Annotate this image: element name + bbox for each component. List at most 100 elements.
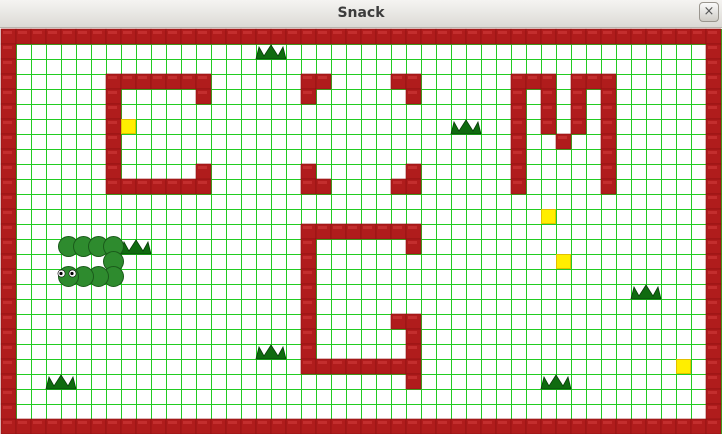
wall-block-highlight (3, 136, 12, 139)
wall-block-highlight (558, 136, 567, 139)
wall-block-highlight (513, 181, 522, 184)
wall-block-highlight (648, 31, 657, 34)
wall-block-highlight (198, 421, 207, 424)
wall-block-highlight (3, 256, 12, 259)
wall-block-highlight (408, 331, 417, 334)
wall-block-highlight (573, 421, 582, 424)
wall-block-highlight (333, 421, 342, 424)
wall-block-highlight (708, 181, 717, 184)
wall-block-highlight (438, 31, 447, 34)
wall-block-highlight (408, 421, 417, 424)
wall-block-highlight (348, 361, 357, 364)
wall-block-highlight (3, 46, 12, 49)
wall-block-highlight (108, 31, 117, 34)
wall-block-highlight (213, 31, 222, 34)
window-title: Snack (337, 5, 385, 21)
wall-block-highlight (288, 31, 297, 34)
wall-block-highlight (513, 76, 522, 79)
wall-block-highlight (48, 31, 57, 34)
wall-block-highlight (378, 226, 387, 229)
wall-block-highlight (348, 226, 357, 229)
wall-block-highlight (708, 91, 717, 94)
wall-block-highlight (3, 376, 12, 379)
wall-block-highlight (228, 31, 237, 34)
wall-block-highlight (438, 421, 447, 424)
wall-block-highlight (513, 421, 522, 424)
wall-block-highlight (603, 76, 612, 79)
wall-block-highlight (603, 91, 612, 94)
wall-block-highlight (708, 31, 717, 34)
wall-block-highlight (708, 271, 717, 274)
wall-block-highlight (33, 421, 42, 424)
wall-block-highlight (3, 361, 12, 364)
wall-block-highlight (513, 91, 522, 94)
wall-block-highlight (708, 391, 717, 394)
wall-block-highlight (708, 376, 717, 379)
wall-block-highlight (108, 181, 117, 184)
wall-block-highlight (243, 421, 252, 424)
wall-block-highlight (408, 91, 417, 94)
wall-block-highlight (513, 31, 522, 34)
wall-block-highlight (123, 31, 132, 34)
wall-block-highlight (543, 31, 552, 34)
wall-block-highlight (453, 31, 462, 34)
wall-block-highlight (603, 121, 612, 124)
wall-block-highlight (318, 421, 327, 424)
wall-block-highlight (318, 181, 327, 184)
close-button[interactable]: × (699, 2, 719, 22)
wall-block-highlight (648, 421, 657, 424)
wall-block-highlight (303, 301, 312, 304)
wall-block-highlight (33, 31, 42, 34)
wall-block-highlight (123, 421, 132, 424)
wall-block-highlight (183, 421, 192, 424)
wall-block-highlight (153, 181, 162, 184)
wall-block-highlight (183, 181, 192, 184)
wall-block-highlight (333, 361, 342, 364)
wall-block-highlight (423, 421, 432, 424)
wall-block-highlight (123, 76, 132, 79)
wall-block-highlight (513, 106, 522, 109)
wall-block-highlight (18, 421, 27, 424)
wall-block-highlight (708, 286, 717, 289)
wall-block-highlight (708, 301, 717, 304)
wall-block-highlight (3, 196, 12, 199)
wall-block-highlight (78, 31, 87, 34)
wall-block-highlight (303, 331, 312, 334)
wall-block-highlight (303, 421, 312, 424)
wall-block-highlight (3, 346, 12, 349)
wall-block-highlight (543, 76, 552, 79)
wall-block-highlight (3, 406, 12, 409)
wall-block-highlight (708, 151, 717, 154)
wall-block-highlight (573, 106, 582, 109)
wall-block-highlight (3, 226, 12, 229)
wall-block-highlight (303, 181, 312, 184)
wall-block-highlight (108, 121, 117, 124)
wall-block-highlight (3, 316, 12, 319)
wall-block-highlight (408, 181, 417, 184)
wall-block-highlight (183, 31, 192, 34)
wall-block-highlight (663, 31, 672, 34)
wall-block-highlight (198, 91, 207, 94)
wall-block-highlight (393, 181, 402, 184)
wall-block-highlight (108, 76, 117, 79)
wall-block-highlight (138, 421, 147, 424)
wall-block-highlight (3, 211, 12, 214)
wall-block-highlight (708, 46, 717, 49)
wall-block-highlight (258, 421, 267, 424)
wall-block-highlight (228, 421, 237, 424)
wall-block-highlight (3, 91, 12, 94)
wall-block-highlight (3, 121, 12, 124)
wall-block-highlight (708, 361, 717, 364)
wall-block-highlight (408, 346, 417, 349)
wall-block-highlight (3, 61, 12, 64)
wall-block-highlight (213, 421, 222, 424)
food-pellet (556, 254, 571, 269)
wall-block-highlight (618, 421, 627, 424)
wall-block-highlight (588, 76, 597, 79)
wall-block-highlight (408, 361, 417, 364)
wall-block-highlight (513, 151, 522, 154)
wall-block-highlight (108, 136, 117, 139)
snake-pupil (59, 271, 63, 276)
wall-block-highlight (528, 421, 537, 424)
wall-block-highlight (303, 241, 312, 244)
